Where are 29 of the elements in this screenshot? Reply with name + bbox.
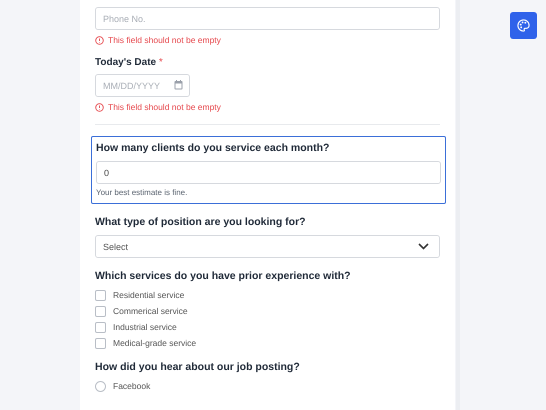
option-label[interactable]: Commerical service xyxy=(113,306,188,316)
error-message: This field should not be empty xyxy=(108,102,221,112)
date-field[interactable]: MM/DD/YYYY xyxy=(95,74,190,97)
hint-text: Your best estimate is fine. xyxy=(96,188,188,197)
number-field[interactable]: 0 xyxy=(96,161,441,184)
error-message: This field should not be empty xyxy=(108,35,221,45)
question-label: Which services do you have prior experience with? xyxy=(95,270,352,282)
checkbox[interactable] xyxy=(95,290,106,300)
phone-field[interactable]: Phone No. xyxy=(95,7,440,30)
question-label: What type of position are you looking for? xyxy=(95,216,307,228)
error-icon xyxy=(95,36,104,44)
required-mark: * xyxy=(158,57,163,68)
question-label: How many clients do you service each month? xyxy=(96,142,330,154)
palette-icon xyxy=(517,19,530,32)
select-dropdown[interactable]: Select xyxy=(95,235,440,258)
error-icon xyxy=(95,102,104,112)
option-label[interactable]: Facebook xyxy=(113,381,150,391)
radio-button[interactable] xyxy=(95,380,106,392)
checkbox[interactable] xyxy=(95,338,106,348)
checkbox[interactable] xyxy=(95,322,106,332)
question-label: How did you hear about our job posting? xyxy=(95,361,301,373)
checkbox[interactable] xyxy=(95,306,106,316)
chevron-down-icon xyxy=(418,243,429,250)
field-label: Today's Date xyxy=(95,57,156,68)
option-label[interactable]: Medical-grade service xyxy=(113,338,196,348)
option-label[interactable]: Residential service xyxy=(113,290,184,300)
palette-button[interactable] xyxy=(510,12,537,39)
calendar-icon xyxy=(174,80,183,90)
option-label[interactable]: Industrial service xyxy=(113,322,177,332)
